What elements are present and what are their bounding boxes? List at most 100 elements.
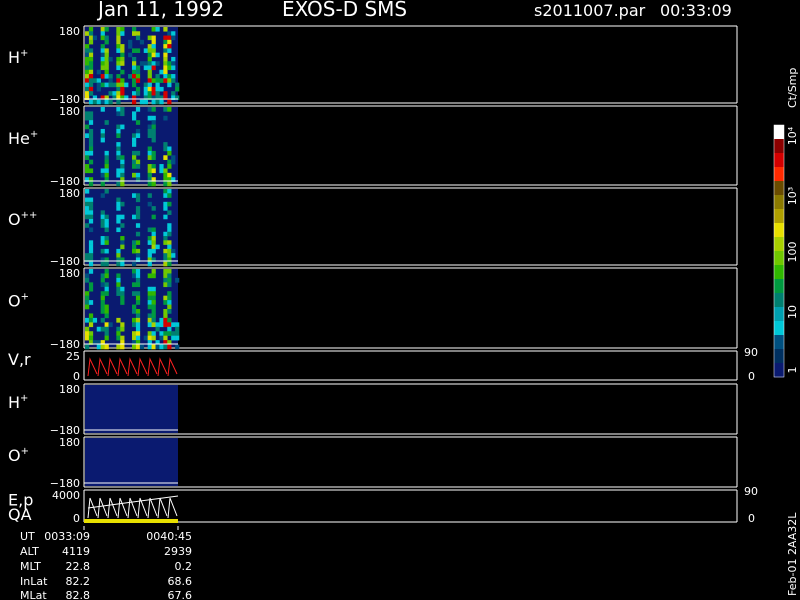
panel-label: He+ bbox=[8, 129, 38, 148]
panel-h-plus-2: 180−180H+ bbox=[8, 383, 738, 437]
spectrogram-cell bbox=[85, 52, 90, 58]
spectrogram-cell bbox=[100, 107, 105, 112]
panel-vr: 25 0 90 0 V,r bbox=[8, 346, 758, 383]
sawtooth-trace bbox=[127, 497, 138, 519]
spectrogram-cell bbox=[132, 282, 137, 288]
spectrogram-cell bbox=[135, 295, 141, 301]
spectrogram-cell bbox=[104, 48, 109, 53]
spectrogram-cell bbox=[147, 261, 152, 267]
spectrogram-cell bbox=[116, 107, 121, 112]
spectrogram-cell bbox=[116, 78, 121, 83]
spectrogram-cell bbox=[88, 78, 94, 83]
spectrogram-cell bbox=[85, 111, 90, 117]
sawtooth-trace bbox=[167, 357, 178, 377]
spectrogram-cell bbox=[104, 304, 109, 310]
spectrogram-cell bbox=[124, 82, 129, 88]
spectrogram-cell bbox=[96, 326, 101, 332]
spectrogram-cell bbox=[167, 248, 172, 254]
spectrogram-cell bbox=[132, 331, 137, 336]
spectrogram-cell bbox=[167, 35, 172, 41]
spectrogram-cell bbox=[100, 214, 105, 220]
spectrogram-cell bbox=[159, 164, 164, 169]
spectrogram-cell bbox=[167, 78, 172, 83]
spectrogram-cell bbox=[120, 335, 125, 341]
spectrogram-cell bbox=[163, 331, 168, 336]
spectrogram-cell bbox=[132, 115, 137, 121]
spectrogram-cell bbox=[147, 335, 152, 341]
spectrogram-cell bbox=[135, 107, 141, 112]
spectrogram-cell bbox=[85, 124, 90, 130]
colorbar-unit: Ct/Smp bbox=[786, 68, 799, 108]
spectrogram-cell bbox=[120, 181, 125, 187]
spectrogram-cell bbox=[104, 269, 109, 274]
spectrogram-cell bbox=[151, 313, 156, 319]
spectrogram-cell bbox=[135, 291, 141, 296]
spectrogram-cell bbox=[85, 155, 90, 160]
spectrogram-cell bbox=[100, 133, 105, 139]
spectrogram-cell bbox=[147, 69, 152, 75]
spectrogram-cell bbox=[132, 150, 137, 156]
spectrogram-cell bbox=[163, 35, 168, 41]
spectrogram-cell bbox=[151, 214, 156, 220]
spectrogram-cell bbox=[88, 261, 94, 267]
spectrogram-cell bbox=[151, 322, 156, 328]
spectrogram-cell bbox=[135, 313, 141, 319]
spectrogram-cell bbox=[88, 282, 94, 288]
spectrogram-cell bbox=[147, 44, 152, 49]
footer-col2-value: 0040:45 bbox=[146, 530, 192, 543]
panel-h-plus: 180−180H+ bbox=[8, 25, 738, 106]
spectrogram-cell bbox=[151, 86, 156, 92]
spectrogram-cell bbox=[104, 322, 109, 328]
spectrogram-cell bbox=[88, 115, 94, 121]
spectrogram-cell bbox=[116, 291, 121, 296]
spectrogram-cell bbox=[155, 82, 160, 88]
y-tick-top: 180 bbox=[59, 105, 80, 118]
right-tick-top: 90 bbox=[744, 485, 758, 498]
spectrogram-cell bbox=[100, 309, 105, 314]
spectrogram-cell bbox=[120, 172, 125, 178]
colorbar-swatch bbox=[774, 153, 784, 168]
spectrogram-cell bbox=[147, 133, 152, 139]
spectrogram-cell bbox=[163, 61, 168, 66]
spectrogram-cell bbox=[100, 181, 105, 187]
spectrogram-cell bbox=[85, 44, 90, 49]
spectrogram-cell bbox=[143, 48, 148, 53]
spectrogram-cell bbox=[135, 273, 141, 279]
sawtooth-trace bbox=[87, 357, 98, 377]
footer-row-label: MLat bbox=[20, 589, 47, 600]
spectrogram-cell bbox=[85, 61, 90, 66]
y-tick-top: 180 bbox=[59, 383, 80, 396]
y-tick-top: 180 bbox=[59, 436, 80, 449]
spectrogram-cell bbox=[163, 65, 168, 71]
spectrogram-cell bbox=[100, 99, 105, 105]
spectrogram-cell bbox=[135, 65, 141, 71]
spectrogram-cell bbox=[167, 231, 172, 237]
spectrogram-cell bbox=[163, 282, 168, 288]
colorbar-swatch bbox=[774, 335, 784, 350]
spectrogram-cell bbox=[96, 82, 101, 88]
spectrogram-cell bbox=[108, 78, 113, 83]
spectrogram-cell bbox=[116, 111, 121, 117]
spectrogram-cell bbox=[85, 206, 90, 211]
panel-label: V,r bbox=[8, 350, 31, 369]
spectrogram-cell bbox=[85, 56, 90, 62]
spectrogram-cell bbox=[88, 322, 94, 328]
spectrogram-cell bbox=[132, 133, 137, 139]
spectrogram-cell bbox=[88, 218, 94, 224]
spectrogram-cell bbox=[88, 286, 94, 292]
spectrogram-cell bbox=[147, 128, 152, 134]
spectrogram-cell bbox=[167, 44, 172, 49]
spectrogram-cell bbox=[159, 86, 164, 92]
footer-col1-value: 0033:09 bbox=[44, 530, 90, 543]
spectrogram-cell bbox=[132, 65, 137, 71]
spectrogram-cell bbox=[147, 317, 152, 323]
spectrogram-cell bbox=[163, 168, 168, 174]
spectrogram-cell bbox=[139, 61, 145, 66]
colorbar-tick-label: 10³ bbox=[786, 187, 799, 205]
spectrogram-cell bbox=[135, 69, 141, 75]
spectrogram-cell bbox=[171, 335, 176, 341]
spectrogram-cell bbox=[171, 91, 176, 96]
spectrogram-cell bbox=[147, 253, 152, 258]
spectrogram-cell bbox=[147, 150, 152, 156]
spectrogram-cell bbox=[88, 91, 94, 96]
